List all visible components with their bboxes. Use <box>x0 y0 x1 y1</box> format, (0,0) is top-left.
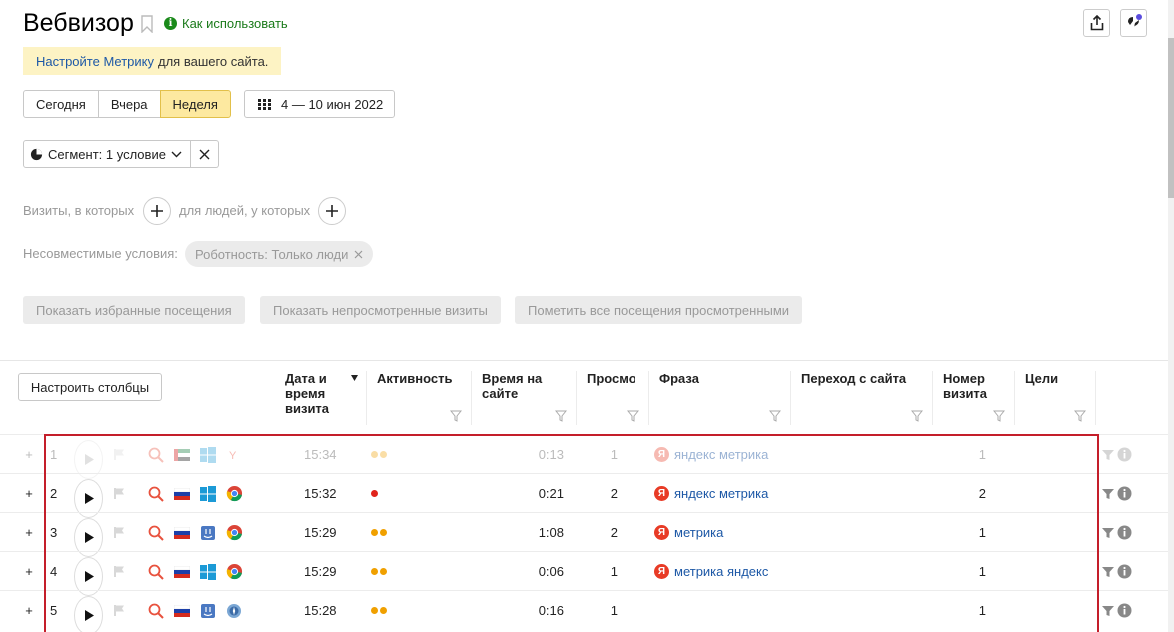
chevron-down-icon <box>171 151 182 157</box>
sort-desc-icon[interactable] <box>351 375 358 381</box>
expand-row-button[interactable]: + <box>22 591 36 630</box>
column-header-datetime[interactable]: Дата и время визита <box>285 371 329 416</box>
row-filter-button[interactable] <box>1102 591 1114 630</box>
how-to-label: Как использовать <box>182 16 288 31</box>
row-info-button[interactable] <box>1117 474 1132 513</box>
info-icon <box>1117 447 1132 462</box>
robot-filter-chip[interactable]: Роботность: Только люди <box>185 241 374 267</box>
filter-icon <box>1102 488 1114 499</box>
filter-icon[interactable] <box>911 410 923 422</box>
show-favorites-button[interactable]: Показать избранные посещения <box>23 296 245 324</box>
info-icon <box>1117 564 1132 579</box>
pie-chart-icon <box>30 148 43 160</box>
column-separator <box>576 371 577 425</box>
mark-all-viewed-button[interactable]: Пометить все посещения просмотренными <box>515 296 803 324</box>
how-to-link[interactable]: i Как использовать <box>164 16 288 31</box>
date-range-button[interactable]: 4 — 10 июн 2022 <box>244 90 395 118</box>
period-today-button[interactable]: Сегодня <box>23 90 99 118</box>
divider <box>0 360 1168 361</box>
column-header-views[interactable]: Просмо <box>587 371 635 386</box>
column-header-time-on-site[interactable]: Время на сайте <box>482 371 542 401</box>
filter-icon[interactable] <box>627 410 639 422</box>
column-separator <box>932 371 933 425</box>
setup-metrika-link[interactable]: Настройте Метрику <box>36 54 154 69</box>
filter-icon <box>1102 605 1114 616</box>
plus-icon <box>326 205 338 217</box>
column-header-phrase[interactable]: Фраза <box>659 371 699 386</box>
segment-clear-button[interactable] <box>190 140 219 168</box>
column-separator <box>648 371 649 425</box>
period-yesterday-button[interactable]: Вчера <box>97 90 161 118</box>
share-button[interactable] <box>1083 9 1110 37</box>
filter-icon <box>1102 527 1114 538</box>
period-week-button[interactable]: Неделя <box>159 90 231 118</box>
row-info-button[interactable] <box>1117 591 1132 630</box>
row-filter-button[interactable] <box>1102 552 1114 591</box>
date-range-label: 4 — 10 июн 2022 <box>281 96 384 112</box>
segment-control: Сегмент: 1 условие <box>23 140 219 168</box>
page-title: Вебвизор <box>23 9 134 37</box>
chat-button[interactable] <box>1120 9 1147 37</box>
highlight-frame <box>44 434 1099 632</box>
column-separator <box>790 371 791 425</box>
row-info-button[interactable] <box>1117 513 1132 552</box>
column-header-goals[interactable]: Цели <box>1025 371 1058 386</box>
filter-icon <box>1102 566 1114 577</box>
row-info-button[interactable] <box>1117 435 1132 474</box>
show-unviewed-button[interactable]: Показать непросмотренные визиты <box>260 296 501 324</box>
filter-icon[interactable] <box>450 410 462 422</box>
scrollbar-thumb[interactable] <box>1168 38 1174 198</box>
robot-filter-label: Роботность: Только люди <box>195 246 349 262</box>
info-icon <box>1117 525 1132 540</box>
column-header-referrer[interactable]: Переход с сайта <box>801 371 906 386</box>
chat-icon <box>1127 14 1142 27</box>
scrollbar[interactable] <box>1168 0 1174 632</box>
visits-condition-label: Визиты, в которых <box>23 203 135 218</box>
expand-row-button[interactable]: + <box>22 435 36 474</box>
filter-icon[interactable] <box>555 410 567 422</box>
row-filter-button[interactable] <box>1102 513 1114 552</box>
segment-dropdown[interactable]: Сегмент: 1 условие <box>23 140 191 168</box>
plus-icon <box>151 205 163 217</box>
filter-icon <box>1102 449 1114 460</box>
filter-icon[interactable] <box>993 410 1005 422</box>
period-selector: Сегодня Вчера Неделя <box>23 90 231 118</box>
incompatible-conditions-label: Несовместимые условия: <box>23 246 178 261</box>
info-icon: i <box>164 17 177 30</box>
expand-row-button[interactable]: + <box>22 474 36 513</box>
people-condition-label: для людей, у которых <box>179 203 311 218</box>
column-separator <box>366 371 367 425</box>
expand-row-button[interactable]: + <box>22 513 36 552</box>
row-info-button[interactable] <box>1117 552 1132 591</box>
row-filter-button[interactable] <box>1102 474 1114 513</box>
column-separator <box>1095 371 1096 425</box>
calendar-icon <box>258 98 271 110</box>
column-separator <box>471 371 472 425</box>
setup-notice: Настройте Метрику для вашего сайта. <box>23 47 282 75</box>
column-separator <box>1014 371 1015 425</box>
bookmark-icon[interactable] <box>140 15 154 33</box>
info-icon <box>1117 486 1132 501</box>
add-people-condition-button[interactable] <box>318 197 346 225</box>
row-filter-button[interactable] <box>1102 435 1114 474</box>
notice-text: для вашего сайта. <box>158 53 269 69</box>
segment-label: Сегмент: 1 условие <box>48 146 166 162</box>
close-icon <box>199 149 210 159</box>
expand-row-button[interactable]: + <box>22 552 36 591</box>
info-icon <box>1117 603 1132 618</box>
column-header-visit-number[interactable]: Номер визита <box>943 371 987 401</box>
add-visit-condition-button[interactable] <box>143 197 171 225</box>
column-header-activity[interactable]: Активность <box>377 371 452 386</box>
filter-icon[interactable] <box>1074 410 1086 422</box>
filter-icon[interactable] <box>769 410 781 422</box>
share-icon <box>1090 15 1103 31</box>
close-icon[interactable] <box>354 250 363 259</box>
configure-columns-button[interactable]: Настроить столбцы <box>18 373 162 401</box>
